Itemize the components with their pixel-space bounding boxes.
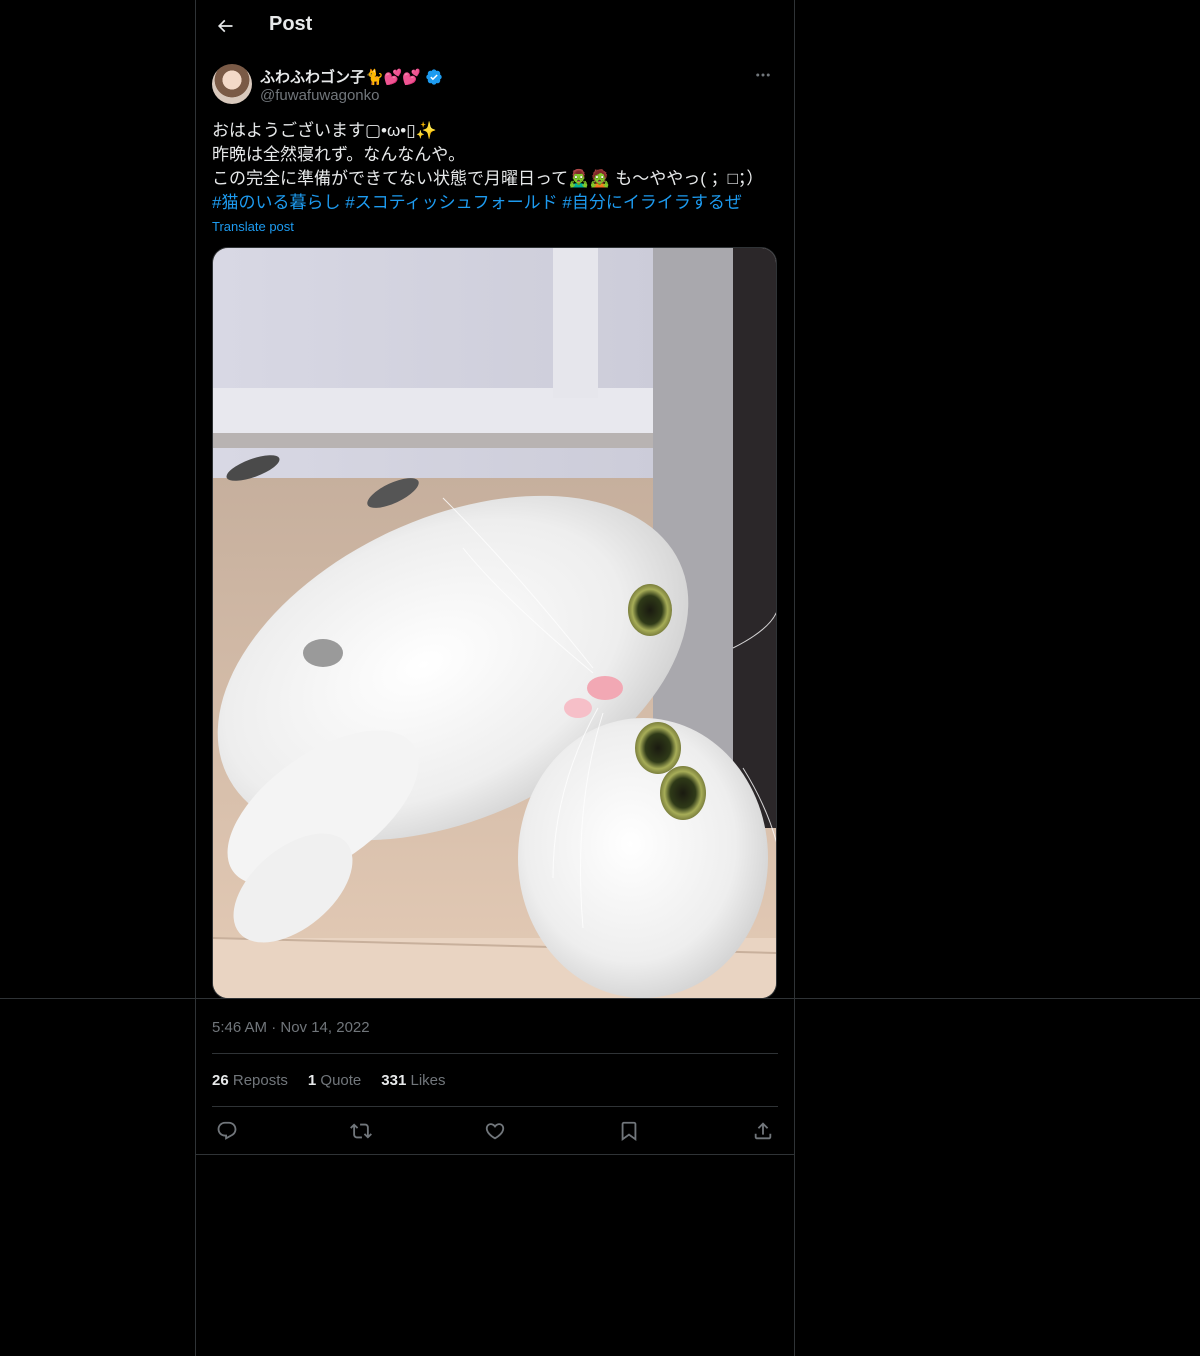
like-icon bbox=[485, 1123, 505, 1140]
post-author: ふわふわゴン子🐈💕💕 @fuwafuwagonko bbox=[212, 64, 778, 106]
page-title: Post bbox=[269, 13, 313, 35]
hashtag-row: #猫のいる暮らし #スコティッシュフォールド #自分にイライラするぜ bbox=[212, 191, 782, 215]
more-options-button[interactable] bbox=[748, 64, 778, 86]
quotes-count: 1 bbox=[307, 1072, 317, 1089]
reposts-count: 26 bbox=[212, 1072, 229, 1089]
post-timestamp[interactable]: 5:46 AM · Nov 14, 2022 bbox=[212, 1019, 370, 1036]
repost-button[interactable] bbox=[346, 1116, 376, 1146]
share-icon bbox=[754, 1122, 772, 1140]
likes-label: Likes bbox=[410, 1072, 446, 1089]
hashtag-link[interactable]: #スコティッシュフォールド bbox=[345, 193, 557, 212]
divider bbox=[196, 1154, 794, 1155]
main-column: Post ふわふわゴン子🐈💕💕 @fuwafuwagonko おはようございます… bbox=[195, 0, 795, 1356]
post-text-line: この完全に準備ができてない状態で月曜日って🧟‍♂️🧟 も〜ややっ( ；□；） bbox=[212, 169, 764, 188]
quotes-stat[interactable]: 1 Quote bbox=[308, 1072, 361, 1089]
post-image[interactable] bbox=[212, 247, 777, 999]
bookmark-button[interactable] bbox=[614, 1116, 644, 1146]
bookmark-icon bbox=[621, 1121, 637, 1142]
likes-count: 331 bbox=[381, 1072, 407, 1089]
translate-post-link[interactable]: Translate post bbox=[212, 219, 294, 234]
like-button[interactable] bbox=[480, 1116, 510, 1146]
divider bbox=[212, 1053, 778, 1054]
reposts-stat[interactable]: 26 Reposts bbox=[212, 1072, 288, 1089]
verified-badge-icon bbox=[425, 68, 443, 86]
post-text-line: おはようございます▢•ω•▯✨ bbox=[212, 121, 437, 140]
reposts-label: Reposts bbox=[232, 1072, 288, 1089]
back-button[interactable] bbox=[208, 9, 242, 43]
post-text: おはようございます▢•ω•▯✨ 昨晩は全然寝れず。なんなんや。 この完全に準備が… bbox=[212, 119, 782, 215]
avatar[interactable] bbox=[212, 64, 252, 104]
quotes-label: Quote bbox=[320, 1072, 362, 1089]
cat-photo bbox=[213, 248, 776, 998]
post-text-line: 昨晩は全然寝れず。なんなんや。 bbox=[212, 145, 466, 164]
reply-button[interactable] bbox=[212, 1116, 242, 1146]
post-actions bbox=[212, 1116, 778, 1148]
post-stats: 26 Reposts 1 Quote 331 Likes bbox=[212, 1072, 446, 1089]
author-name-row[interactable]: ふわふわゴン子🐈💕💕 bbox=[260, 66, 443, 87]
more-icon bbox=[756, 73, 770, 77]
repost-icon bbox=[350, 1123, 372, 1139]
author-display-name[interactable]: ふわふわゴン子🐈💕💕 bbox=[260, 66, 421, 87]
divider bbox=[212, 1106, 778, 1107]
likes-stat[interactable]: 331 Likes bbox=[381, 1072, 445, 1089]
reply-icon bbox=[217, 1121, 237, 1140]
hashtag-link[interactable]: #猫のいる暮らし bbox=[212, 193, 340, 212]
arrow-left-icon bbox=[217, 19, 233, 33]
hashtag-link[interactable]: #自分にイライラするぜ bbox=[562, 193, 741, 212]
share-button[interactable] bbox=[748, 1116, 778, 1146]
author-handle[interactable]: @fuwafuwagonko bbox=[260, 87, 379, 104]
page-header: Post bbox=[196, 0, 794, 53]
